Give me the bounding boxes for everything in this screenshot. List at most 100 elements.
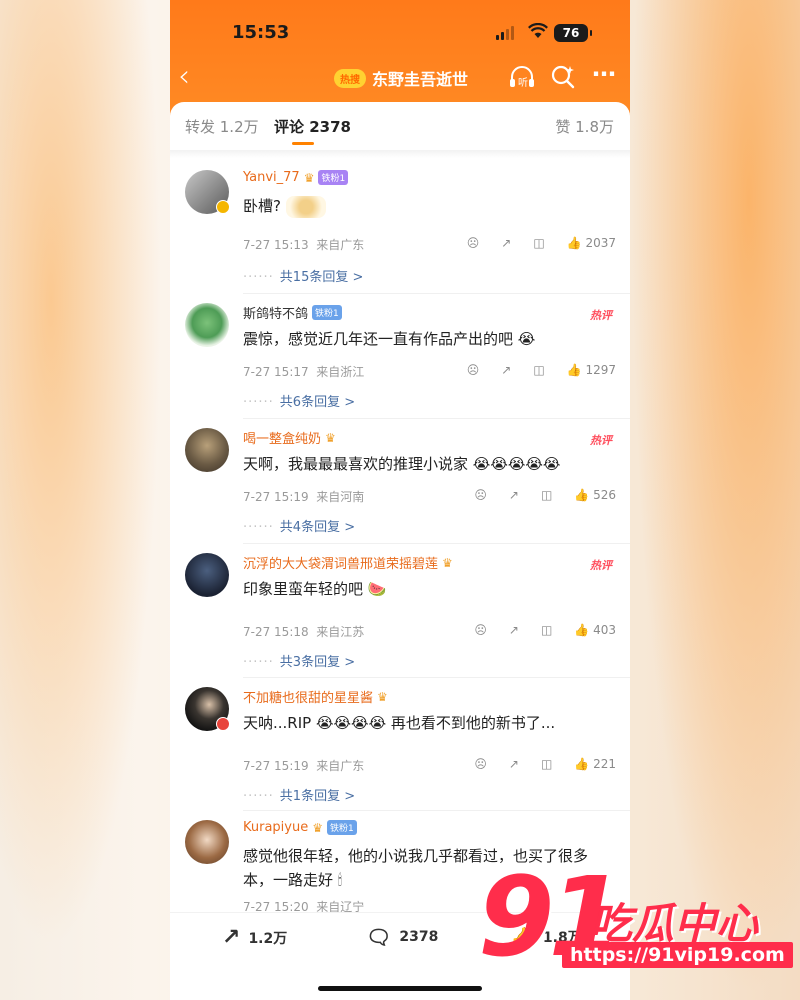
replies-link[interactable]: ······ 共4条回复 > (243, 516, 355, 535)
avatar[interactable] (185, 820, 229, 864)
replies-link[interactable]: ······ 共6条回复 > (243, 391, 355, 410)
like-button[interactable]: 👍 403 (574, 623, 616, 637)
top-bar: 15:53 76 ‹ 热搜 东野圭吾逝世 听 ⋯ (170, 0, 630, 118)
dislike-icon[interactable]: ☹ (474, 623, 487, 637)
comment-actions: ☹ ↗ ◫ 👍 403 (452, 623, 616, 637)
comment-text-tail: 再也看不到他的新书了... (390, 714, 556, 732)
share-icon[interactable]: ↗ (509, 757, 519, 771)
like-button[interactable]: 👍 2037 (567, 236, 616, 250)
username[interactable]: 喝一整盒纯奶 ♛ (243, 428, 336, 448)
crown-icon: ♛ (325, 430, 336, 445)
comment-meta: 7-27 15:17 来自浙江 (243, 363, 364, 380)
comment-time: 7-27 15:19 (243, 490, 309, 504)
comment-text-body: 天啊，我最最最喜欢的推理小说家 (243, 455, 469, 473)
replies-text: 共4条回复 > (279, 520, 356, 535)
dislike-icon[interactable]: ☹ (474, 488, 487, 502)
wifi-icon (528, 23, 548, 38)
background-right (630, 0, 800, 1000)
avatar[interactable] (185, 428, 229, 472)
verified-badge (216, 200, 230, 214)
sticker-icon (285, 195, 326, 218)
watermark-url: https://91vip19.com (562, 942, 793, 968)
replies-link[interactable]: ······ 共15条回复 > (243, 266, 363, 285)
back-button[interactable]: ‹ (178, 62, 190, 92)
reply-icon[interactable]: ◫ (541, 488, 552, 502)
reply-icon[interactable]: ◫ (533, 236, 544, 250)
tab-divider (170, 150, 630, 158)
reply-icon[interactable]: ◫ (541, 757, 552, 771)
comment-meta: 7-27 15:13 来自广东 (243, 236, 364, 253)
hot-search-title[interactable]: 热搜 东野圭吾逝世 (334, 66, 468, 90)
share-icon[interactable]: ↗ (501, 236, 511, 250)
fan-badge: 铁粉1 (312, 305, 342, 320)
comment-actions: ☹ ↗ ◫ 👍 2037 (445, 236, 616, 250)
bottom-comment-button[interactable]: 🗨 2378 (366, 925, 438, 949)
replies-text: 共1条回复 > (279, 789, 356, 804)
candle-emoji-icon: 🕯 (337, 871, 343, 889)
comment-meta: 7-27 15:19 来自广东 (243, 757, 364, 774)
search-icon[interactable] (550, 64, 576, 90)
listen-icon[interactable]: 听 (508, 64, 536, 90)
username-text: Yanvi_77 (243, 170, 300, 185)
comment-actions: ☹ ↗ ◫ 👍 221 (452, 757, 616, 771)
tab-repost[interactable]: 转发 1.2万 (185, 116, 259, 137)
dislike-icon[interactable]: ☹ (474, 757, 487, 771)
watermelon-emoji-icon: 🍉 (367, 580, 387, 598)
cry-emoji-icon: 😭 (517, 330, 536, 348)
hot-comment-badge: 热评 (590, 309, 612, 322)
repost-icon: ↗ (222, 925, 241, 950)
comment-time: 7-27 15:19 (243, 759, 309, 773)
username-text: Kurapiyue (243, 820, 309, 835)
replies-link[interactable]: ······ 共1条回复 > (243, 785, 355, 804)
watermark: 91 吃瓜中心 https://91vip19.com (478, 852, 798, 992)
username-text: 斯鸽特不鸽 (243, 307, 309, 322)
username[interactable]: 斯鸽特不鸽 铁粉1 (243, 303, 342, 322)
avatar[interactable] (185, 553, 229, 597)
comment-icon: 🗨 (366, 925, 392, 949)
home-indicator (318, 986, 482, 991)
comment-actions: ☹ ↗ ◫ 👍 1297 (445, 363, 616, 377)
comment-actions: ☹ ↗ ◫ 👍 526 (452, 488, 616, 502)
phone-screen: 15:53 76 ‹ 热搜 东野圭吾逝世 听 ⋯ 转发 1.2万 评论 2378… (170, 0, 630, 1000)
comment-text-body: 卧槽? (243, 197, 281, 215)
crown-icon: ♛ (312, 820, 323, 835)
replies-link[interactable]: ······ 共3条回复 > (243, 651, 355, 670)
share-icon[interactable]: ↗ (509, 488, 519, 502)
bottom-repost-count: 1.2万 (248, 930, 288, 947)
crown-icon: ♛ (377, 689, 388, 704)
tab-likes[interactable]: 赞 1.8万 (555, 116, 614, 137)
dislike-icon[interactable]: ☹ (467, 363, 480, 377)
bottom-repost-button[interactable]: ↗ 1.2万 (222, 925, 287, 950)
comment-location: 来自河南 (316, 490, 365, 504)
more-icon[interactable]: ⋯ (592, 62, 616, 86)
like-button[interactable]: 👍 526 (574, 488, 616, 502)
username[interactable]: 不加糖也很甜的星星酱 ♛ (243, 687, 388, 707)
tab-comments[interactable]: 评论 2378 (274, 116, 351, 137)
like-count: 526 (593, 488, 616, 502)
listen-label: 听 (518, 77, 528, 89)
username[interactable]: 沉浮的大大袋渭词兽邢道荣摇碧莲 ♛ (243, 553, 453, 573)
reply-icon[interactable]: ◫ (533, 363, 544, 377)
replies-text: 共6条回复 > (279, 395, 356, 410)
reply-icon[interactable]: ◫ (541, 623, 552, 637)
hot-search-tag: 热搜 (334, 68, 366, 88)
hot-comment-badge: 热评 (590, 559, 612, 572)
comment-location: 来自广东 (316, 238, 365, 252)
like-button[interactable]: 👍 221 (574, 757, 616, 771)
background-left (0, 0, 170, 1000)
avatar[interactable] (185, 303, 229, 347)
crown-icon: ♛ (303, 170, 315, 185)
username[interactable]: Yanvi_77 ♛ 铁粉1 (243, 170, 349, 185)
username[interactable]: Kurapiyue ♛ 铁粉1 (243, 820, 357, 835)
comment-meta: 7-27 15:18 来自江苏 (243, 623, 364, 640)
share-icon[interactable]: ↗ (501, 363, 511, 377)
comment-text: 天啊，我最最最喜欢的推理小说家 😭😭😭😭😭 (243, 452, 608, 476)
share-icon[interactable]: ↗ (509, 623, 519, 637)
cry-emoji-icon: 😭😭😭😭 (315, 714, 387, 732)
crown-icon: ♛ (442, 555, 453, 570)
comment-location: 来自江苏 (316, 625, 365, 639)
divider (243, 293, 630, 294)
dislike-icon[interactable]: ☹ (467, 236, 480, 250)
comment-text: 印象里蛮年轻的吧 🍉 (243, 577, 608, 601)
like-button[interactable]: 👍 1297 (567, 363, 616, 377)
